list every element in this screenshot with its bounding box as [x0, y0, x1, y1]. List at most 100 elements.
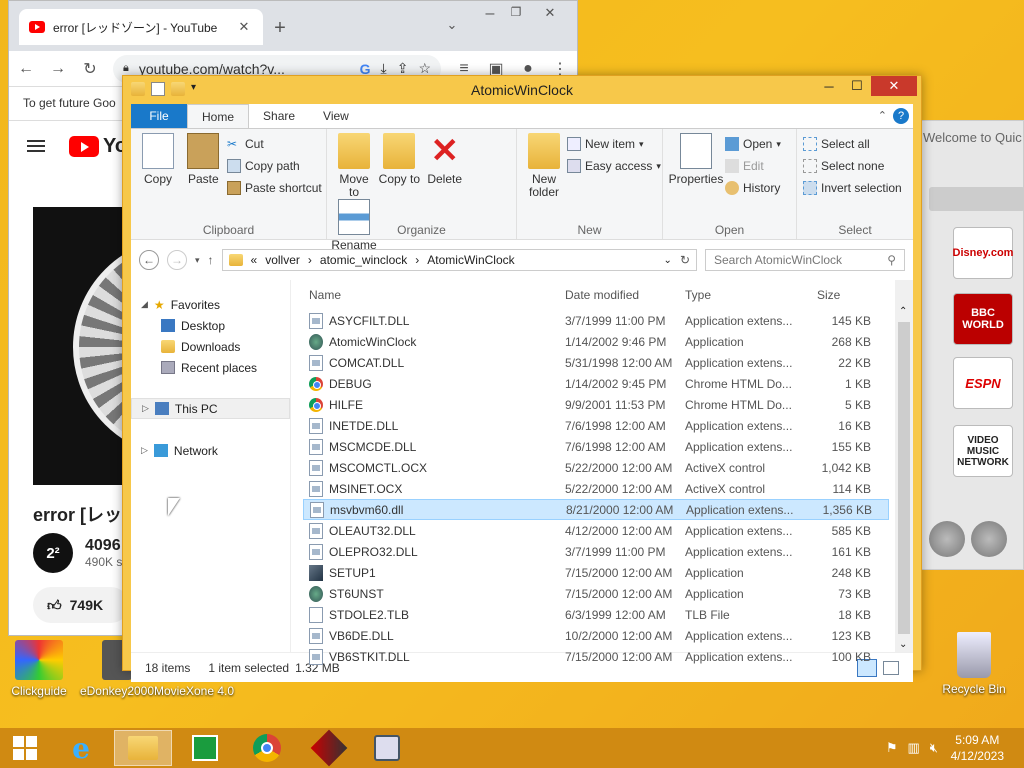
- chrome-tab[interactable]: error [レッドゾーン] - YouTube ✕: [19, 9, 263, 45]
- nav-desktop[interactable]: Desktop: [131, 315, 290, 336]
- move-to-button[interactable]: Move to: [333, 133, 375, 199]
- nav-favorites[interactable]: ◢ ★ Favorites: [131, 294, 290, 315]
- history-button[interactable]: History: [725, 177, 781, 199]
- file-row[interactable]: AtomicWinClock 1/14/2002 9:46 PM Applicati…: [303, 331, 889, 352]
- file-row[interactable]: COMCAT.DLL 5/31/1998 12:00 AM Application …: [303, 352, 889, 373]
- breadcrumb-prefix[interactable]: «: [251, 253, 258, 267]
- reload-icon[interactable]: ↻: [81, 59, 99, 79]
- file-row[interactable]: HILFE 9/9/2001 11:53 PM Chrome HTML Do... 5…: [303, 394, 889, 415]
- paste-shortcut-button[interactable]: Paste shortcut: [227, 177, 322, 199]
- help-icon[interactable]: ?: [893, 108, 909, 124]
- invert-selection-button[interactable]: Invert selection: [803, 177, 907, 199]
- hamburger-menu-icon[interactable]: [27, 140, 45, 152]
- radio-button-2[interactable]: [971, 521, 1007, 557]
- forward-icon[interactable]: →: [49, 60, 67, 78]
- tab-view[interactable]: View: [309, 104, 363, 128]
- radio-app-window[interactable]: Welcome to Quic Disney.com BBC WORLD ESP…: [918, 120, 1024, 570]
- channel-avatar[interactable]: 2²: [33, 533, 73, 573]
- select-all-button[interactable]: Select all: [803, 133, 907, 155]
- action-center-flag-icon[interactable]: ⚑: [886, 740, 898, 756]
- expand-icon[interactable]: ▷: [141, 445, 148, 456]
- video-music-network-logo[interactable]: VIDEO MUSIC NETWORK: [953, 425, 1013, 477]
- search-box[interactable]: Search AtomicWinClock ⚲: [705, 249, 905, 271]
- tab-file[interactable]: File: [131, 104, 187, 128]
- select-none-button[interactable]: Select none: [803, 155, 907, 177]
- new-folder-button[interactable]: New folder: [523, 133, 565, 199]
- channel-name[interactable]: 4096: [85, 537, 122, 555]
- file-row[interactable]: MSCOMCTL.OCX 5/22/2000 12:00 AM ActiveX co…: [303, 457, 889, 478]
- file-row[interactable]: DEBUG 1/14/2002 9:45 PM Chrome HTML Do... 1…: [303, 373, 889, 394]
- file-row[interactable]: VB6DE.DLL 10/2/2000 12:00 AM Application e…: [303, 625, 889, 646]
- column-name[interactable]: Name: [303, 288, 565, 302]
- file-row[interactable]: msvbvm60.dll 8/21/2000 12:00 AM Applicatio…: [303, 499, 889, 520]
- breadcrumb-item[interactable]: atomic_winclock: [320, 253, 407, 267]
- disney-logo[interactable]: Disney.com: [953, 227, 1013, 279]
- nav-recent-places[interactable]: Recent places: [131, 357, 290, 378]
- scrollbar-thumb[interactable]: [898, 322, 910, 634]
- file-row[interactable]: MSINET.OCX 5/22/2000 12:00 AM ActiveX cont…: [303, 478, 889, 499]
- taskbar-internet-explorer[interactable]: e: [52, 730, 110, 766]
- new-tab-icon[interactable]: +: [271, 17, 289, 40]
- volume-muted-icon[interactable]: 🔇︎: [930, 740, 938, 756]
- close-window-icon[interactable]: ✕: [541, 5, 559, 21]
- collapse-ribbon-icon[interactable]: ⌃: [878, 109, 887, 122]
- back-icon[interactable]: ←: [139, 250, 159, 270]
- bbc-world-logo[interactable]: BBC WORLD: [953, 293, 1013, 345]
- file-row[interactable]: INETDE.DLL 7/6/1998 12:00 AM Application e…: [303, 415, 889, 436]
- expand-icon[interactable]: ◢: [141, 299, 148, 310]
- explorer-window[interactable]: ▾ AtomicWinClock ─ ☐ ✕ File Home Share V…: [122, 75, 922, 682]
- scroll-down-icon[interactable]: ⌄: [899, 639, 907, 650]
- up-icon[interactable]: ↑: [208, 253, 214, 267]
- nav-this-pc[interactable]: ▷ This PC: [131, 398, 290, 419]
- vertical-scrollbar[interactable]: ⌃ ⌄: [895, 280, 913, 652]
- address-box[interactable]: « vollver › atomic_winclock › AtomicWinClo…: [221, 249, 697, 271]
- back-icon[interactable]: ←: [17, 60, 35, 78]
- espn-logo[interactable]: ESPN: [953, 357, 1013, 409]
- properties-button[interactable]: Properties: [669, 133, 723, 186]
- taskbar-store[interactable]: [176, 730, 234, 766]
- file-row[interactable]: STDOLE2.TLB 6/3/1999 12:00 AM TLB File 18 K…: [303, 604, 889, 625]
- forward-icon[interactable]: →: [167, 250, 187, 270]
- column-size[interactable]: Size: [803, 288, 875, 302]
- copy-button[interactable]: Copy: [137, 133, 179, 186]
- desktop-icon-clickguide[interactable]: Clickguide: [0, 640, 81, 698]
- recent-locations-icon[interactable]: ▾: [195, 255, 200, 266]
- taskbar-app-arrow[interactable]: [300, 729, 358, 767]
- scroll-up-icon[interactable]: ⌃: [899, 306, 907, 317]
- start-button[interactable]: [2, 730, 48, 766]
- paste-button[interactable]: Paste: [182, 133, 224, 186]
- refresh-icon[interactable]: ↻: [680, 253, 690, 267]
- file-row[interactable]: SETUP1 7/15/2000 12:00 AM Application 248 K…: [303, 562, 889, 583]
- close-button[interactable]: ✕: [871, 76, 917, 96]
- desktop-icon-recycle-bin[interactable]: Recycle Bin: [932, 632, 1016, 696]
- copy-to-button[interactable]: Copy to: [378, 133, 420, 186]
- new-item-button[interactable]: New item ▾: [567, 133, 661, 155]
- video-player[interactable]: [33, 207, 133, 485]
- file-row[interactable]: OLEPRO32.DLL 3/7/1999 11:00 PM Application…: [303, 541, 889, 562]
- taskbar-chrome[interactable]: [238, 730, 296, 766]
- close-icon[interactable]: ✕: [235, 19, 253, 35]
- file-row[interactable]: ST6UNST 7/15/2000 12:00 AM Application 73 K…: [303, 583, 889, 604]
- like-button[interactable]: 👍︎ 749K: [33, 587, 129, 623]
- delete-button[interactable]: ✕ Delete: [424, 133, 466, 186]
- copy-path-button[interactable]: Copy path: [227, 155, 322, 177]
- taskbar-file-explorer[interactable]: [114, 730, 172, 766]
- tab-home[interactable]: Home: [187, 104, 250, 128]
- nav-network[interactable]: ▷ Network: [131, 440, 290, 461]
- minimize-button[interactable]: ─: [815, 76, 843, 96]
- nav-downloads[interactable]: Downloads: [131, 336, 290, 357]
- file-row[interactable]: OLEAUT32.DLL 4/12/2000 12:00 AM Applicatio…: [303, 520, 889, 541]
- maximize-button[interactable]: ☐: [843, 76, 871, 96]
- file-row[interactable]: MSCMCDE.DLL 7/6/1998 12:00 AM Application …: [303, 436, 889, 457]
- chevron-down-icon[interactable]: ⌄: [443, 17, 461, 33]
- tab-share[interactable]: Share: [249, 104, 309, 128]
- cut-button[interactable]: ✂ Cut: [227, 133, 322, 155]
- file-row[interactable]: VB6STKIT.DLL 7/15/2000 12:00 AM Applicatio…: [303, 646, 889, 667]
- chevron-down-icon[interactable]: ⌄: [664, 255, 672, 266]
- column-date[interactable]: Date modified: [565, 288, 685, 302]
- expand-icon[interactable]: ▷: [142, 403, 149, 414]
- taskbar-clock[interactable]: 5:09 AM 4/12/2023: [951, 732, 1004, 764]
- edit-button[interactable]: Edit: [725, 155, 781, 177]
- column-type[interactable]: Type: [685, 288, 803, 302]
- network-tray-icon[interactable]: ▥: [908, 740, 920, 756]
